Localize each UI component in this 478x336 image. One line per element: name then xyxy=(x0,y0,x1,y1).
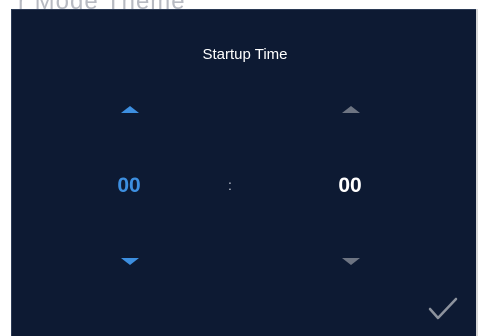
minute-increment-arrow-icon[interactable] xyxy=(342,106,360,113)
minute-decrement-arrow-icon[interactable] xyxy=(342,258,360,265)
check-icon xyxy=(428,297,458,320)
confirm-button[interactable] xyxy=(428,296,458,322)
minute-value[interactable]: 00 xyxy=(320,174,380,198)
minute-picker: 00 xyxy=(320,10,380,336)
hour-picker: 00 xyxy=(99,10,159,336)
dialog-title: Startup Time xyxy=(202,46,288,63)
startup-time-dialog: Startup Time 00 : 00 xyxy=(11,9,478,336)
time-separator: : xyxy=(228,177,232,193)
hour-value[interactable]: 00 xyxy=(99,174,159,198)
hour-decrement-arrow-icon[interactable] xyxy=(121,258,139,265)
hour-increment-arrow-icon[interactable] xyxy=(121,106,139,113)
